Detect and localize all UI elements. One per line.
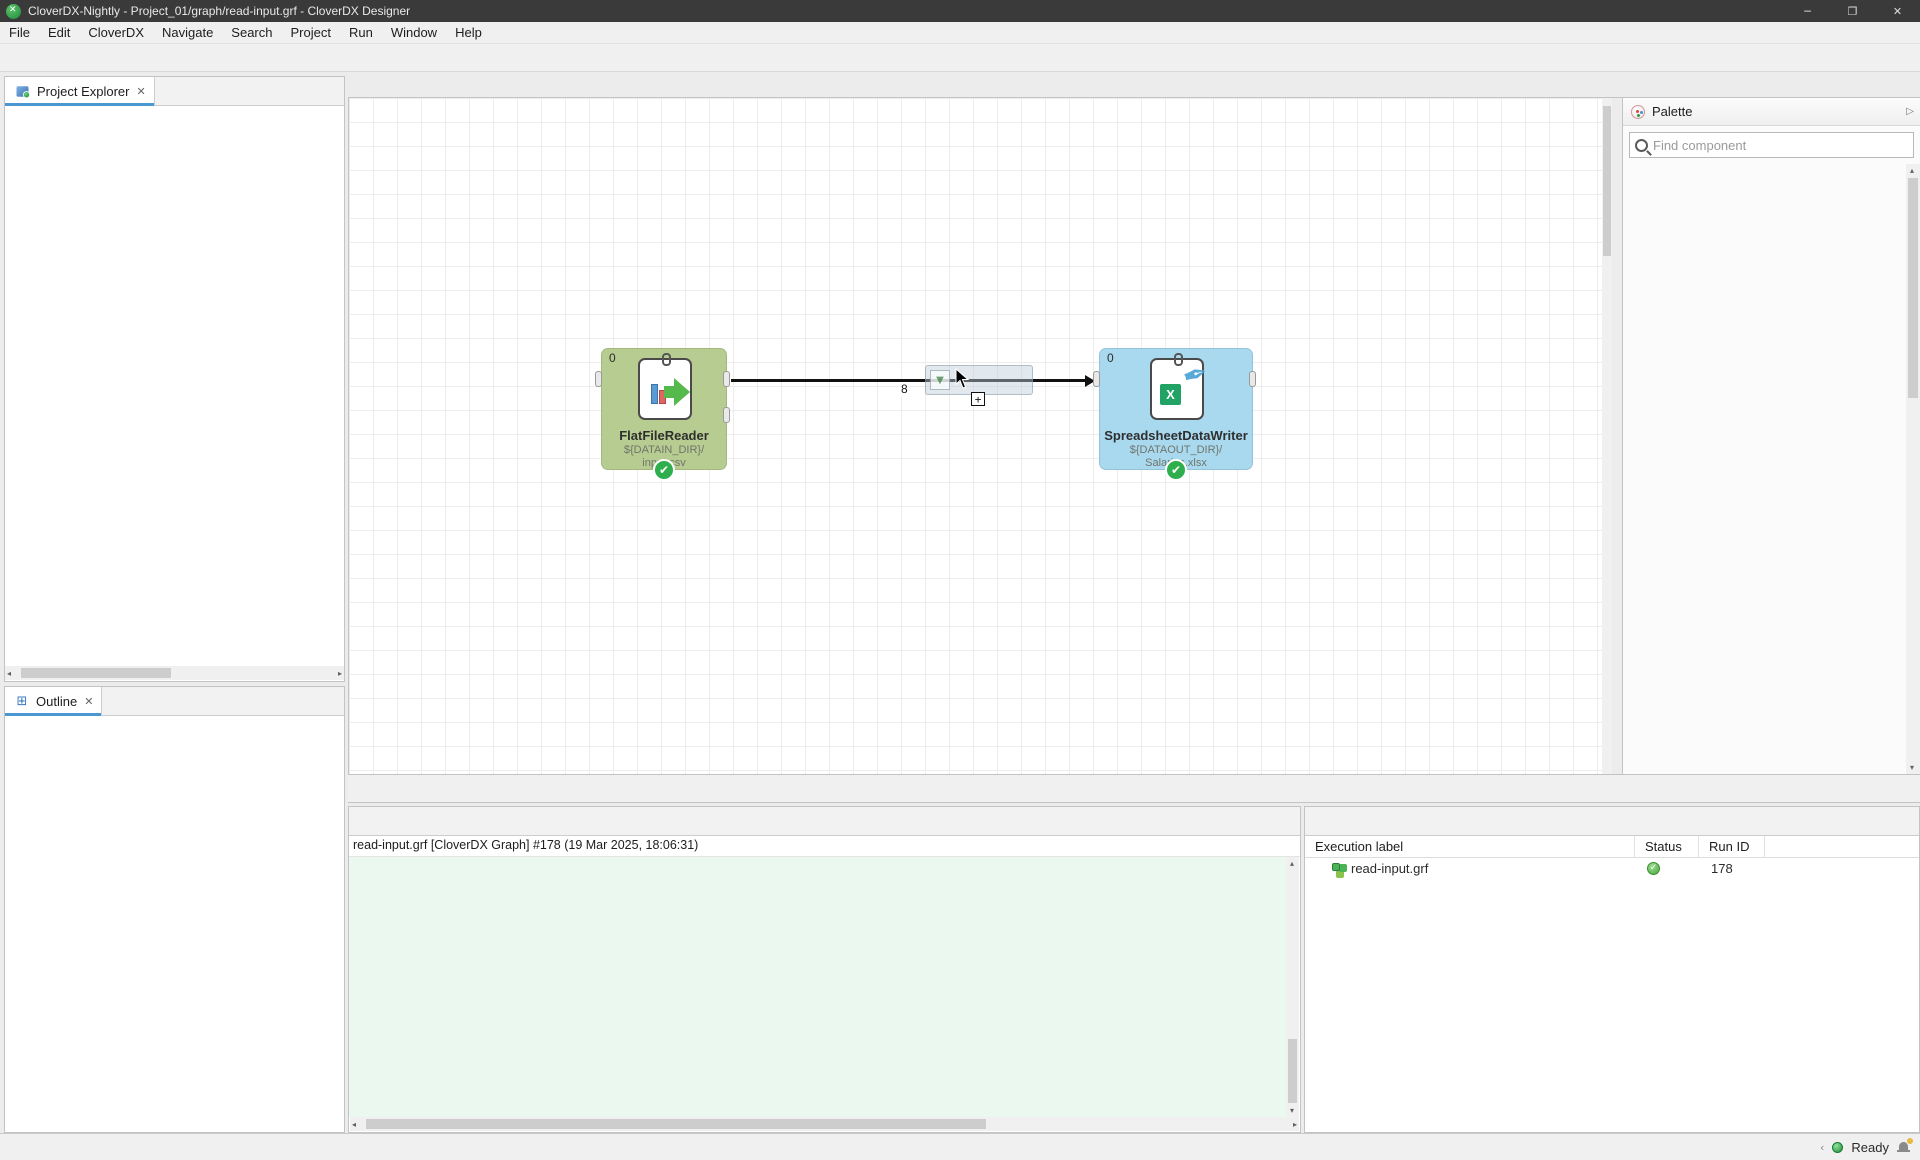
edge-record-count: 8	[899, 382, 910, 396]
component-name: SpreadsheetDataWriter	[1100, 428, 1252, 443]
main-toolbar	[0, 44, 1920, 72]
drag-ghost-filter-component: ▼	[925, 365, 1033, 395]
palette-title: Palette	[1652, 104, 1692, 119]
copy-plus-cursor-badge: +	[971, 392, 985, 406]
search-icon	[1635, 139, 1648, 152]
filter-ghost-icon: ▼	[930, 370, 950, 390]
graph-canvas[interactable]: 8 0 FlatFileReader ${DATAIN_DIR}/ input.…	[348, 98, 1612, 774]
output-port[interactable]	[1249, 371, 1256, 387]
outline-title: Outline	[36, 694, 77, 709]
project-explorer-tree[interactable]	[5, 107, 344, 665]
flatfilereader-icon	[638, 358, 692, 420]
status-bar: ‹ Ready	[0, 1133, 1920, 1160]
close-icon[interactable]: ✕	[84, 695, 93, 708]
server-status-icon	[1832, 1142, 1843, 1153]
execution-panel: Execution label Status Run ID read-input…	[1304, 806, 1920, 1133]
component-spreadsheetdatawriter[interactable]: 0 X✒ SpreadsheetDataWriter ${DATAOUT_DIR…	[1099, 348, 1253, 470]
column-status[interactable]: Status	[1635, 836, 1699, 858]
phase-label: 0	[1107, 351, 1114, 365]
outline-panel: ⊞ Outline ✕	[4, 686, 345, 1133]
tab-outline[interactable]: ⊞ Outline ✕	[5, 687, 102, 715]
spreadsheetdatawriter-icon: X✒	[1150, 358, 1204, 420]
component-name: FlatFileReader	[602, 428, 726, 443]
input-port[interactable]	[595, 371, 602, 387]
palette-list[interactable]	[1623, 164, 1907, 774]
menu-help[interactable]: Help	[446, 23, 491, 42]
collapse-palette-icon[interactable]: ▷	[1906, 106, 1914, 117]
editor-view-tab-bar	[348, 774, 1920, 803]
column-run-id[interactable]: Run ID	[1699, 836, 1765, 858]
notifications-bell-icon[interactable]	[1897, 1141, 1910, 1154]
graph-file-icon	[1329, 859, 1347, 877]
output-port-1[interactable]	[723, 407, 730, 423]
execution-rows: read-input.grf ✓ 178	[1305, 858, 1919, 878]
restore-tray-icon[interactable]: ‹	[1820, 1141, 1824, 1154]
menu-edit[interactable]: Edit	[39, 23, 79, 42]
close-window-button[interactable]: ✕	[1875, 0, 1920, 22]
component-flatfilereader[interactable]: 0 FlatFileReader ${DATAIN_DIR}/ input.cs…	[601, 348, 727, 470]
menu-cloverdx[interactable]: CloverDX	[79, 23, 153, 42]
window-title: CloverDX-Nightly - Project_01/graph/read…	[28, 4, 410, 18]
status-ready-label: Ready	[1851, 1140, 1889, 1155]
canvas-vscrollbar[interactable]	[1602, 98, 1612, 774]
restore-window-button[interactable]: ❐	[1830, 0, 1875, 22]
project-explorer-icon	[17, 86, 29, 96]
phase-label: 0	[609, 351, 616, 365]
project-explorer-panel: Project Explorer ✕ ◂ ▸	[4, 76, 345, 682]
console-job-header: read-input.grf [CloverDX Graph] #178 (19…	[349, 836, 1300, 857]
tab-project-explorer[interactable]: Project Explorer ✕	[5, 77, 155, 105]
execution-table-header: Execution label Status Run ID	[1305, 836, 1919, 858]
outline-tree[interactable]	[5, 717, 344, 1132]
minimize-window-button[interactable]: ─	[1785, 0, 1830, 22]
run-id: 178	[1711, 861, 1733, 876]
palette-search	[1629, 132, 1914, 158]
component-desc: ${DATAIN_DIR}/	[602, 444, 726, 456]
execution-label: read-input.grf	[1351, 861, 1428, 876]
status-ok-badge: ✔	[653, 459, 675, 481]
finished-ok-icon: ✓	[1647, 862, 1660, 875]
outline-icon: ⊞	[13, 692, 31, 710]
menu-project[interactable]: Project	[282, 23, 340, 42]
menu-window[interactable]: Window	[382, 23, 446, 42]
close-icon[interactable]: ✕	[136, 85, 145, 98]
input-port[interactable]	[1093, 371, 1100, 387]
status-ok-badge: ✔	[1165, 459, 1187, 481]
menu-navigate[interactable]: Navigate	[153, 23, 222, 42]
console-vscrollbar[interactable]: ▴ ▾	[1286, 857, 1299, 1117]
editor-tab-bar	[348, 74, 1920, 98]
mouse-cursor	[955, 368, 971, 390]
palette-panel: Palette ▷ ▴ ▾	[1622, 98, 1920, 774]
execution-row[interactable]: read-input.grf ✓ 178	[1305, 858, 1919, 878]
console-hscrollbar[interactable]: ◂ ▸	[350, 1117, 1299, 1131]
console-log[interactable]	[349, 857, 1287, 1117]
component-desc: ${DATAOUT_DIR}/	[1100, 444, 1252, 456]
project-explorer-title: Project Explorer	[37, 84, 129, 99]
palette-header: Palette ▷	[1623, 98, 1920, 126]
menu-bar: FileEditCloverDXNavigateSearchProjectRun…	[0, 22, 1920, 44]
menu-search[interactable]: Search	[222, 23, 281, 42]
explorer-hscrollbar[interactable]: ◂ ▸	[5, 666, 344, 680]
menu-file[interactable]: File	[0, 23, 39, 42]
column-execution-label[interactable]: Execution label	[1305, 836, 1635, 858]
console-panel: read-input.grf [CloverDX Graph] #178 (19…	[348, 806, 1301, 1133]
find-component-input[interactable]	[1653, 138, 1883, 153]
palette-icon	[1631, 105, 1645, 119]
menu-run[interactable]: Run	[340, 23, 382, 42]
title-bar: CloverDX-Nightly - Project_01/graph/read…	[0, 0, 1920, 22]
output-port-0[interactable]	[723, 371, 730, 387]
app-logo-icon	[6, 4, 21, 19]
palette-vscrollbar[interactable]: ▴ ▾	[1906, 164, 1920, 774]
